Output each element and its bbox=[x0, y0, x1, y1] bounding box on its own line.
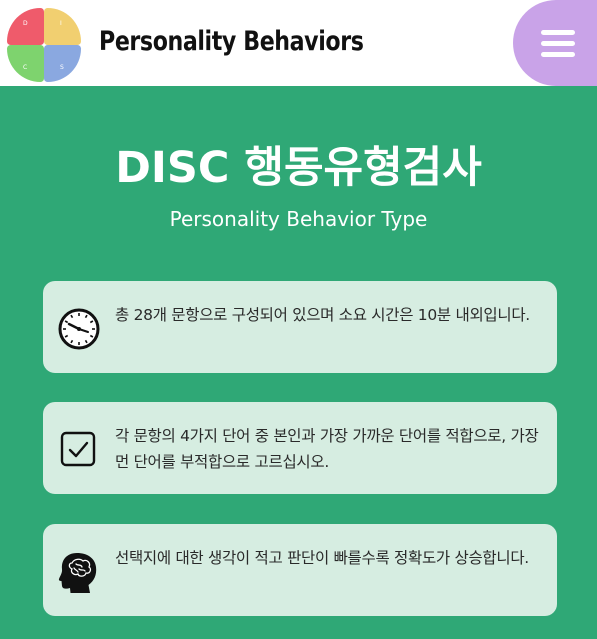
menu-button[interactable] bbox=[513, 0, 597, 86]
logo-quadrant-d: D bbox=[7, 8, 44, 45]
checkbox-icon bbox=[57, 428, 101, 472]
card-text: 선택지에 대한 생각이 적고 판단이 빠를수록 정확도가 상승합니다. bbox=[115, 549, 529, 567]
disc-logo[interactable]: D I C S bbox=[7, 8, 81, 82]
card-text: 총 28개 문항으로 구성되어 있으며 소요 시간은 10분 내외입니다. bbox=[115, 306, 530, 324]
app-header: D I C S Personality Behaviors bbox=[0, 0, 597, 86]
logo-quadrant-i: I bbox=[44, 8, 81, 45]
brain-head-icon bbox=[57, 550, 101, 594]
card-text: 각 문항의 4가지 단어 중 본인과 가장 가까운 단어를 적합으로, 가장 먼… bbox=[115, 427, 539, 471]
logo-quadrant-s: S bbox=[44, 45, 81, 82]
info-card-accuracy: 선택지에 대한 생각이 적고 판단이 빠를수록 정확도가 상승합니다. bbox=[43, 524, 557, 616]
info-card-time: 총 28개 문항으로 구성되어 있으며 소요 시간은 10분 내외입니다. bbox=[43, 281, 557, 373]
page-subtitle: Personality Behavior Type bbox=[169, 207, 428, 231]
brand-title[interactable]: Personality Behaviors bbox=[99, 26, 364, 57]
logo-quadrant-c: C bbox=[7, 45, 44, 82]
page-title: DISC 행동유형검사 bbox=[115, 143, 482, 193]
clock-icon bbox=[57, 307, 101, 351]
info-card-instructions: 각 문항의 4가지 단어 중 본인과 가장 가까운 단어를 적합으로, 가장 먼… bbox=[43, 402, 557, 494]
